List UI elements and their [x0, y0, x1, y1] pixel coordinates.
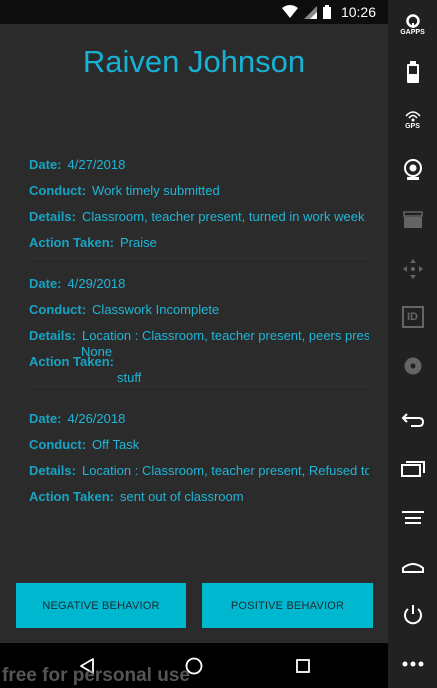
more-options-button[interactable] [388, 650, 437, 678]
details-label: Details: [29, 328, 76, 343]
wifi-icon [281, 5, 298, 19]
disk-button[interactable] [388, 352, 437, 380]
more-dots-icon [402, 661, 423, 667]
conduct-label: Conduct: [29, 437, 87, 452]
status-time: 10:26 [340, 4, 376, 20]
conduct-label: Conduct: [29, 302, 87, 317]
home-icon [401, 563, 424, 573]
positive-behavior-button[interactable]: POSITIVE BEHAVIOR [202, 583, 373, 628]
home-button[interactable] [388, 553, 437, 581]
negative-behavior-button[interactable]: NEGATIVE BEHAVIOR [16, 583, 186, 628]
battery-icon [322, 5, 331, 19]
details-label: Details: [29, 463, 76, 478]
dpad-icon [402, 259, 423, 279]
record-action: Action Taken: [29, 354, 369, 369]
back-arrow-icon [401, 413, 424, 427]
camera-button[interactable] [388, 156, 437, 184]
recents-nav-icon[interactable] [290, 653, 316, 679]
date-label: Date: [29, 157, 62, 172]
details-value: Location : Classroom, teacher present, p… [81, 328, 369, 343]
battery-icon [406, 61, 419, 83]
record-conduct: Conduct: Work timely submitted [29, 183, 369, 198]
date-value: 4/27/2018 [67, 157, 126, 172]
record-details: Details: Location : Classroom, teacher pr… [29, 463, 369, 478]
device-id-button[interactable]: ID [388, 303, 437, 331]
gapps-icon [405, 14, 420, 28]
gapps-label: GAPPS [400, 29, 425, 36]
gps-signal-icon [404, 111, 421, 122]
action-value: sent out of classroom [120, 489, 244, 504]
emulator-side-panel: GAPPS GPS ID [388, 0, 437, 688]
back-button[interactable] [388, 405, 437, 433]
cellular-icon [303, 5, 317, 19]
recent-apps-icon [400, 461, 425, 477]
status-bar: 10:26 [0, 0, 388, 24]
menu-icon [401, 511, 424, 524]
menu-button[interactable] [388, 504, 437, 532]
power-icon [403, 605, 422, 625]
conduct-value: Off Task [92, 437, 140, 452]
date-value: 4/29/2018 [67, 276, 126, 291]
record-date: Date: 4/27/2018 [29, 157, 369, 172]
conduct-value: Classwork Incomplete [92, 302, 220, 317]
disk-icon [404, 357, 421, 375]
app-content: Raiven Johnson Date: 4/27/2018 Conduct: Wo… [0, 24, 388, 643]
gps-label: GPS [405, 123, 420, 130]
gapps-button[interactable]: GAPPS [388, 10, 437, 40]
record-conduct: Conduct: Classwork Incomplete [29, 302, 369, 317]
record-date: Date: 4/29/2018 [29, 276, 369, 291]
details-label: Details: [29, 209, 76, 224]
webcam-icon [403, 159, 422, 180]
phone-screen: 10:26 Raiven Johnson Date: 4/27/2018 Cond… [0, 0, 388, 688]
details-value: Location : Classroom, teacher present, R… [81, 463, 369, 478]
record-divider [29, 386, 369, 387]
battery-button[interactable] [388, 58, 437, 86]
device-id-label: ID [407, 311, 418, 323]
conduct-value: Work timely submitted [92, 183, 220, 198]
gps-button[interactable]: GPS [388, 106, 437, 134]
action-label: Action Taken: [29, 354, 114, 369]
screencast-button[interactable] [388, 206, 437, 234]
watermark-text: free for personal use [2, 665, 190, 686]
record-date: Date: 4/26/2018 [29, 411, 369, 426]
record-action: Action Taken: sent out of classroom [29, 489, 369, 504]
action-label: Action Taken: [29, 235, 114, 250]
details-value: Classroom, teacher present, turned in wo… [81, 209, 365, 224]
recent-apps-button[interactable] [388, 455, 437, 483]
record-details: Details: Location : Classroom, teacher pr… [29, 328, 369, 343]
action-value: Praise [120, 235, 157, 250]
record-action: Action Taken: Praise [29, 235, 369, 250]
date-label: Date: [29, 276, 62, 291]
record-details: Details: Classroom, teacher present, turn… [29, 209, 369, 224]
date-label: Date: [29, 411, 62, 426]
action-label: Action Taken: [29, 489, 114, 504]
date-value: 4/26/2018 [67, 411, 126, 426]
clapperboard-icon [402, 211, 423, 228]
record-divider [29, 258, 369, 259]
student-name-title: Raiven Johnson [82, 44, 306, 79]
action-value: stuff [117, 370, 142, 385]
power-button[interactable] [388, 601, 437, 629]
conduct-label: Conduct: [29, 183, 87, 198]
dpad-button[interactable] [388, 255, 437, 283]
record-conduct: Conduct: Off Task [29, 437, 369, 452]
